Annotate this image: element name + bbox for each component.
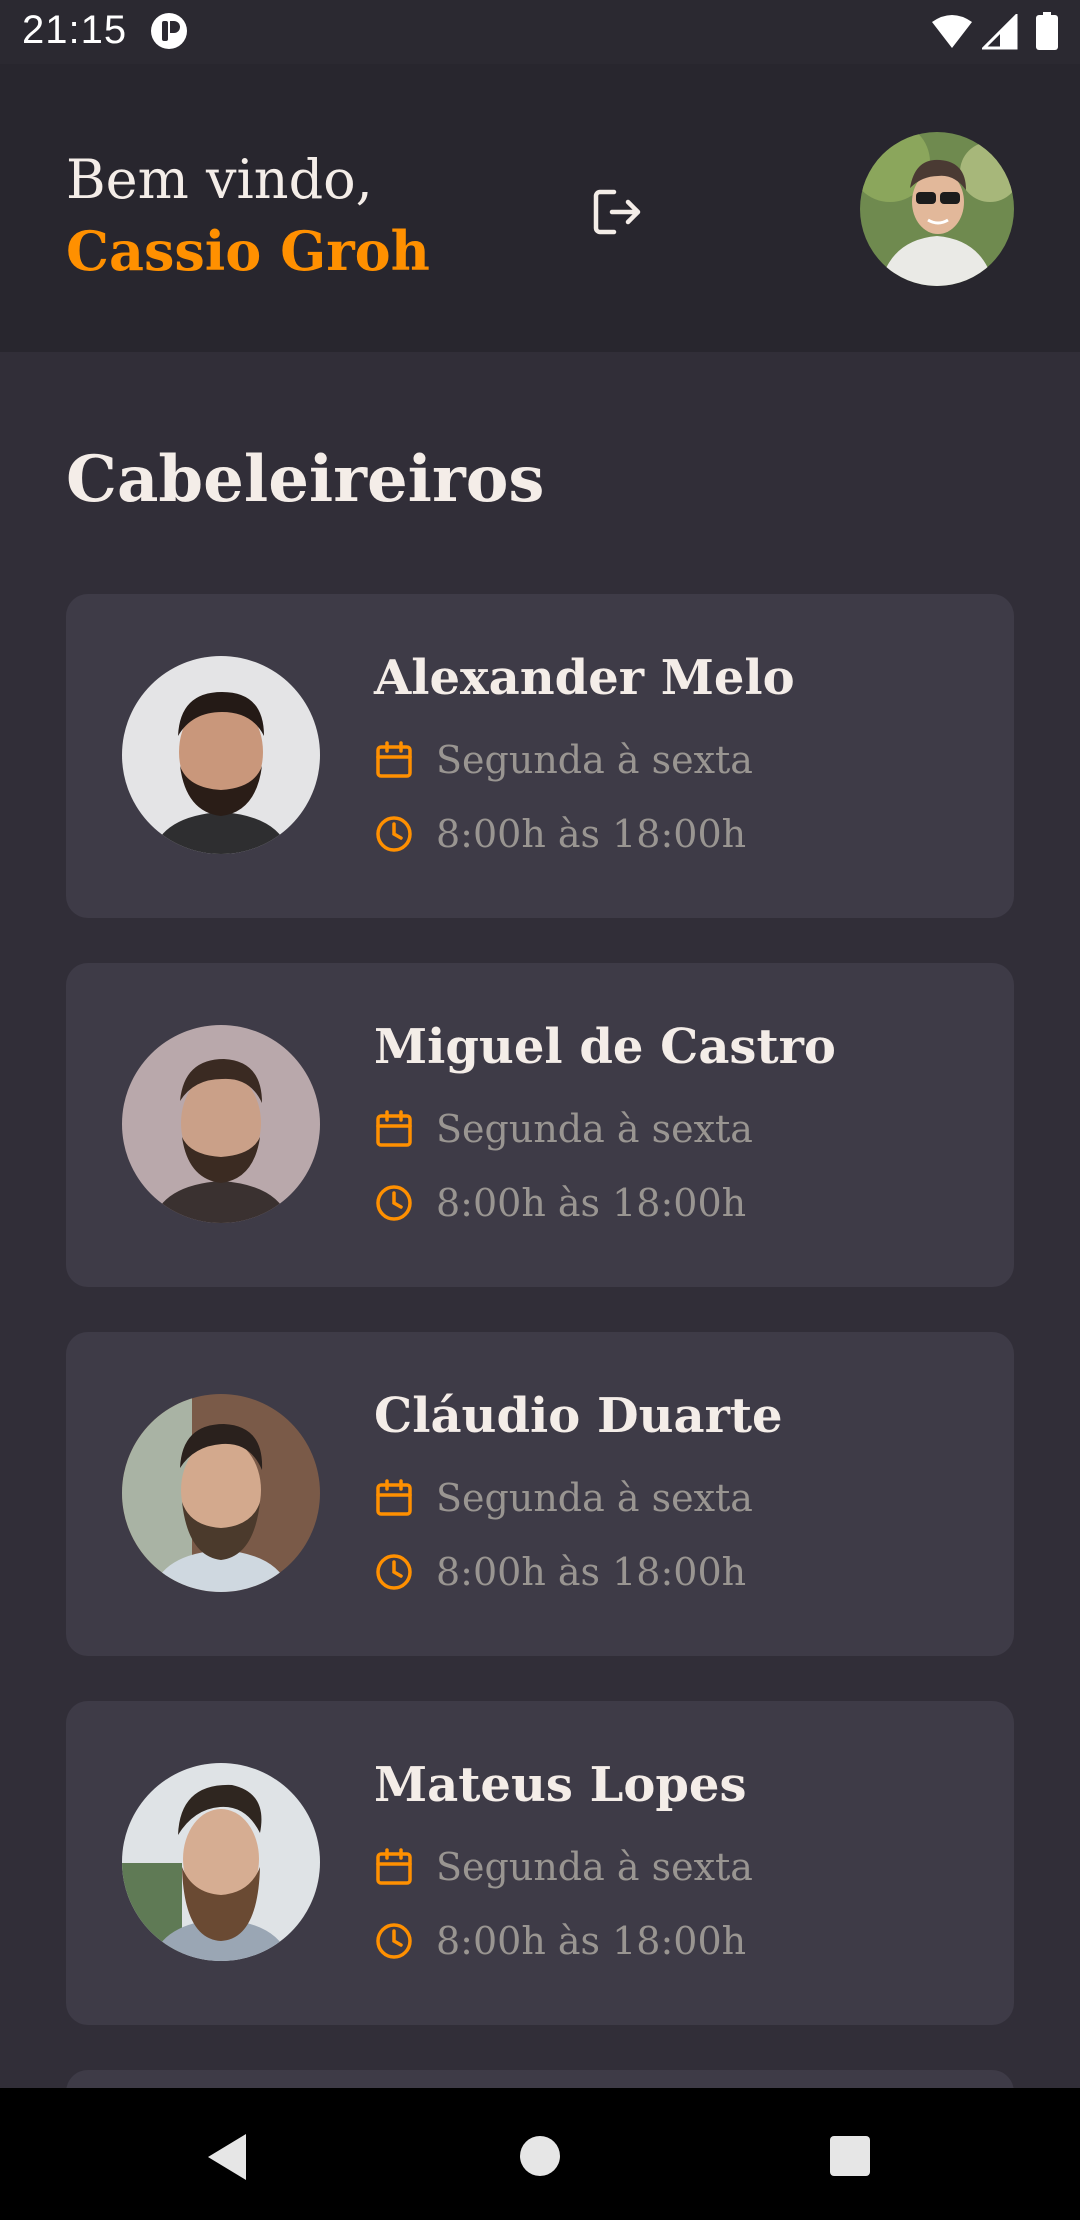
provider-days: Segunda à sexta [436,1107,753,1151]
navigation-bar [0,2088,1080,2220]
provider-card[interactable]: Mateus Lopes Segunda à sexta 8:00h às 18… [66,1701,1014,2025]
back-icon[interactable] [202,2132,252,2182]
provider-days-row: Segunda à sexta [374,1107,753,1151]
provider-days: Segunda à sexta [436,1476,753,1520]
calendar-icon [376,741,412,778]
provider-avatar [122,1763,320,1961]
header: Bem vindo, Cassio Groh [0,64,1080,352]
provider-card[interactable]: Cláudio Duarte Segunda à sexta 8:00h às … [66,1332,1014,1656]
provider-name: Mateus Lopes [374,1757,747,1813]
clock-icon [376,1923,412,1959]
provider-days-row: Segunda à sexta [374,738,753,782]
calendar-icon [376,1848,412,1885]
app-notification-icon [151,13,187,49]
provider-card[interactable]: Alexander Melo Segunda à sexta 8:00h às … [66,594,1014,918]
wifi-icon [932,15,972,48]
recents-icon[interactable] [828,2134,872,2178]
provider-hours: 8:00h às 18:00h [436,1181,747,1225]
signal-icon [982,14,1018,50]
provider-days: Segunda à sexta [436,1845,753,1889]
clock-icon [376,1185,412,1221]
provider-hours-row: 8:00h às 18:00h [374,1550,747,1594]
provider-avatar [122,656,320,854]
calendar-icon [376,1110,412,1147]
provider-hours-row: 8:00h às 18:00h [374,1181,747,1225]
provider-name: Alexander Melo [374,650,795,706]
provider-hours-row: 8:00h às 18:00h [374,812,747,856]
provider-days-row: Segunda à sexta [374,1845,753,1889]
greeting-text: Bem vindo, [66,148,373,211]
home-icon[interactable] [518,2134,562,2178]
clock-icon [376,1554,412,1590]
provider-name: Cláudio Duarte [374,1388,783,1444]
provider-days: Segunda à sexta [436,738,753,782]
provider-days-row: Segunda à sexta [374,1476,753,1520]
status-time: 21:15 [22,8,128,52]
calendar-icon [376,1479,412,1516]
logout-icon[interactable] [588,182,648,242]
provider-avatar [122,1394,320,1592]
clock-icon [376,816,412,852]
user-avatar[interactable] [860,132,1014,286]
battery-icon [1036,12,1058,50]
user-name[interactable]: Cassio Groh [66,214,430,290]
provider-avatar [122,1025,320,1223]
provider-hours: 8:00h às 18:00h [436,812,747,856]
provider-hours: 8:00h às 18:00h [436,1919,747,1963]
provider-card[interactable]: Miguel de Castro Segunda à sexta 8:00h à… [66,963,1014,1287]
section-title: Cabeleireiros [66,442,545,517]
provider-name: Miguel de Castro [374,1019,836,1075]
provider-hours-row: 8:00h às 18:00h [374,1919,747,1963]
status-bar: 21:15 [0,0,1080,64]
provider-hours: 8:00h às 18:00h [436,1550,747,1594]
